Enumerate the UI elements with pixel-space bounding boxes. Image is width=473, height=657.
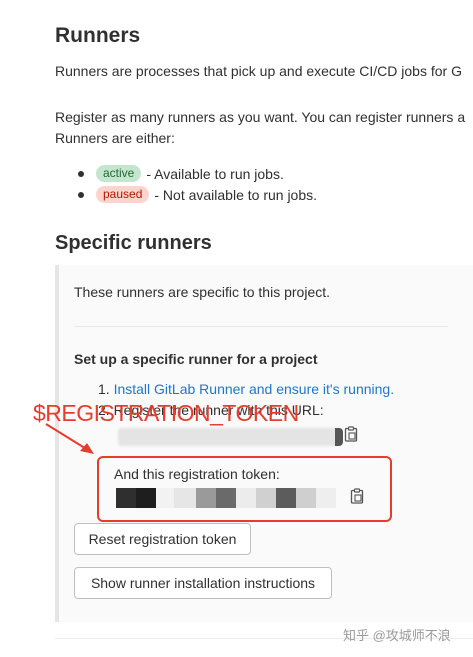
paused-description: - Not available to run jobs. xyxy=(154,186,318,203)
intro-text: Runners are processes that pick up and e… xyxy=(55,63,462,79)
show-instructions-button[interactable]: Show runner installation instructions xyxy=(74,567,332,599)
step-1-number: 1. xyxy=(98,381,110,397)
list-item-paused: paused - Not available to run jobs. xyxy=(78,186,317,203)
active-description: - Available to run jobs. xyxy=(146,165,284,182)
watermark: 知乎 @攻城师不浪 xyxy=(343,628,451,643)
runners-either-text: Runners are either: xyxy=(55,130,175,146)
url-field-end xyxy=(335,428,343,446)
reset-token-button[interactable]: Reset registration token xyxy=(74,523,251,555)
bullet-dot xyxy=(78,191,84,198)
bullet-dot xyxy=(78,170,84,177)
list-item-active: active - Available to run jobs. xyxy=(78,165,284,182)
section-title: Specific runners xyxy=(55,232,212,254)
setup-title: Set up a specific runner for a project xyxy=(74,351,318,367)
page-title: Runners xyxy=(55,24,141,47)
token-highlight-box xyxy=(97,456,392,522)
install-runner-link[interactable]: Install GitLab Runner and ensure it's ru… xyxy=(114,381,395,397)
panel-description: These runners are specific to this proje… xyxy=(74,284,331,300)
arrow-icon xyxy=(45,423,94,454)
register-text: Register as many runners as you want. Yo… xyxy=(55,109,466,125)
status-badge-active: active xyxy=(96,165,142,182)
runner-url-value xyxy=(118,428,340,446)
status-badge-paused: paused xyxy=(96,186,150,203)
clipboard-icon[interactable] xyxy=(344,426,358,442)
divider xyxy=(74,326,448,327)
step-1: 1. Install GitLab Runner and ensure it's… xyxy=(98,381,394,397)
